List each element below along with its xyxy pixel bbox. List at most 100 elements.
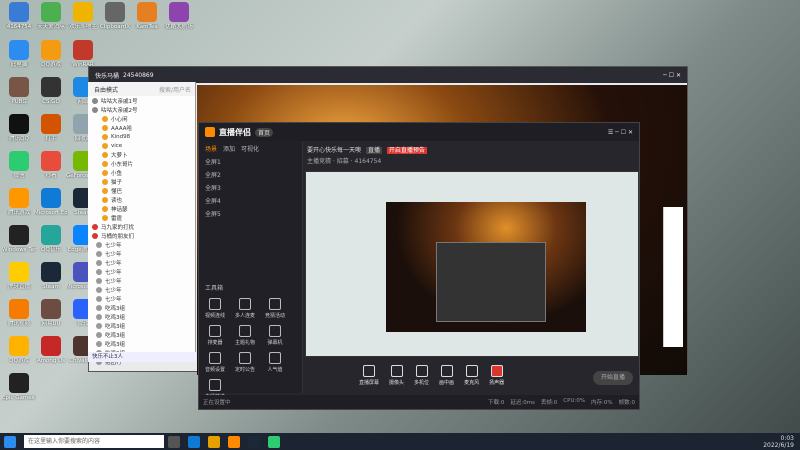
taskbar-search-input[interactable]: 在这里输入你要搜索的内容 (24, 435, 164, 448)
windows-start-icon[interactable] (4, 435, 16, 448)
tool-grid[interactable]: 视频连线多人连麦竞猜活动排麦器主题礼物弹幕机音频设置定时公告人气值主播精选 (199, 294, 302, 404)
tag-badge[interactable]: 直播 (365, 147, 382, 154)
task-view-icon[interactable] (168, 435, 180, 448)
bottom-tool-button[interactable]: 多机位 (414, 365, 429, 393)
window-controls[interactable]: ☰ ─ ☐ ✕ (608, 129, 633, 136)
list-item[interactable]: 马桶的朋友们 (88, 231, 195, 240)
scene-item[interactable]: 全屏2 (199, 168, 302, 181)
wechat-icon[interactable] (268, 435, 280, 448)
list-item[interactable]: 七少年 (88, 267, 195, 276)
desktop-icon[interactable]: 腾讯视频 (2, 299, 36, 327)
tab-scene[interactable]: 添加 (223, 144, 235, 153)
file-explorer-icon[interactable] (208, 435, 220, 448)
list-item[interactable]: 七少年 (88, 276, 195, 285)
list-item[interactable]: 吃鸡3组 (88, 330, 195, 339)
desktop-icon[interactable]: Windows Terminal (2, 225, 36, 253)
list-item[interactable]: 小心闲 (88, 114, 195, 123)
desktop-icon[interactable]: 打手 (34, 114, 68, 142)
desktop-icon[interactable]: 微信 (2, 151, 36, 179)
tool-button[interactable]: 多人连麦 (233, 298, 257, 319)
scene-list[interactable]: 全屏1 全屏2 全屏3 全屏4 全屏5 (199, 155, 302, 220)
list-item[interactable]: 大萝卜 (88, 150, 195, 159)
desktop-icon[interactable]: PUBG (2, 77, 36, 105)
contact-list[interactable]: 咕咕大亲戚1号 咕咕大亲戚2号 小心闲 AAAA哈 Kind98 vice 大萝卜 小东哥片小… (88, 96, 195, 366)
desktop-icon[interactable]: Steam (34, 262, 68, 290)
list-item[interactable]: 神话瑟 (88, 204, 195, 213)
tab-scene[interactable]: 场景 (205, 144, 217, 153)
bottom-tool-button[interactable]: 摄像头 (389, 365, 404, 393)
bottom-tool-button[interactable]: 扬声器 (489, 365, 504, 393)
desktop-icon[interactable]: QQ音乐 (34, 225, 68, 253)
list-item[interactable]: 咕咕大亲戚2号 (88, 105, 195, 114)
scene-item[interactable]: 全屏3 (199, 181, 302, 194)
desktop-icon[interactable]: 此电脑 (2, 40, 36, 68)
scene-item[interactable]: 全屏5 (199, 207, 302, 220)
list-item[interactable]: 七少年 (88, 258, 195, 267)
tool-button[interactable]: 人气值 (263, 352, 287, 373)
desktop-icon[interactable]: ClipboardX (98, 2, 132, 30)
list-item[interactable]: 读也 (88, 195, 195, 204)
desktop-icon[interactable]: QQ游戏 (34, 40, 68, 68)
bottom-toolbar[interactable]: 直播屏幕 摄像头 多机位 画中画 麦克风 扬声器 (359, 365, 559, 393)
desktop-icon[interactable]: 腾讯QQ (2, 114, 36, 142)
window-controls[interactable]: ─ ☐ ✕ (663, 72, 681, 79)
search-input[interactable]: 搜索/用户名 (159, 85, 195, 94)
list-item[interactable]: 猫子 (88, 177, 195, 186)
list-item[interactable]: 雷霆 (88, 213, 195, 222)
desktop-icon[interactable]: Among Us (34, 336, 68, 364)
desktop-icon[interactable]: 4164754 (2, 2, 36, 30)
list-item[interactable]: 吃鸡3组 (88, 339, 195, 348)
stream-app-icon[interactable] (228, 435, 240, 448)
tool-button[interactable]: 主题礼物 (233, 325, 257, 346)
desktop-icon[interactable]: WinRAR (66, 40, 100, 68)
preview-badge[interactable]: 开启直播预告 (386, 147, 427, 154)
desktop-icon[interactable]: 网易UU (34, 299, 68, 327)
scene-panel[interactable]: 场景 添加 可视化 全屏1 全屏2 全屏3 全屏4 全屏5 工具箱 视频连线 多人连麦 竞猜活动… (199, 141, 303, 400)
desktop-icon[interactable]: KamTea (130, 2, 164, 30)
scene-item[interactable]: 全屏4 (199, 194, 302, 207)
desktop-icon[interactable]: 欢乐斗地主 (66, 2, 100, 30)
list-item[interactable]: 懂巴 (88, 186, 195, 195)
list-item[interactable]: 马九家的打扰 (88, 222, 195, 231)
desktop-icon[interactable]: CS:GO (34, 77, 68, 105)
bottom-tool-button[interactable]: 直播屏幕 (359, 365, 379, 393)
desktop-icon[interactable]: Microsoft Edge (34, 188, 68, 216)
stream-title[interactable]: 要开心快乐每一天噢 (307, 147, 361, 154)
list-item[interactable]: 小鱼 (88, 168, 195, 177)
edge-icon[interactable] (188, 435, 200, 448)
desktop-icon[interactable]: 秒看 (34, 151, 68, 179)
scene-item[interactable]: 全屏1 (199, 155, 302, 168)
scene-tabs[interactable]: 场景 添加 可视化 (199, 141, 302, 155)
tool-button[interactable]: 音频设置 (203, 352, 227, 373)
list-item[interactable]: vice (88, 141, 195, 150)
tool-button[interactable]: 定时公告 (233, 352, 257, 373)
desktop-icon[interactable]: 优酷大剧场 (162, 2, 196, 30)
desktop-icon[interactable]: 天天爱消除 (34, 2, 68, 30)
desktop-icon[interactable]: 虎牙直播 (2, 262, 36, 290)
account-badge[interactable]: 首页 (255, 127, 274, 137)
bottom-tool-button[interactable]: 画中画 (439, 365, 454, 393)
desktop-icon[interactable]: QQ游戏 (2, 336, 36, 364)
steam-icon[interactable] (248, 435, 260, 448)
tool-button[interactable]: 排麦器 (203, 325, 227, 346)
tool-button[interactable]: 弹幕机 (263, 325, 287, 346)
list-item[interactable]: 小东哥片 (88, 159, 195, 168)
list-item[interactable]: 咕咕大亲戚1号 (88, 96, 195, 105)
list-item[interactable]: 七少年 (88, 294, 195, 303)
stream-window[interactable]: 直播伴侣 首页 ☰ ─ ☐ ✕ 场景 添加 可视化 全屏1 全屏2 全屏3 全屏4 全屏5 … (198, 122, 640, 410)
list-item[interactable]: Kind98 (88, 132, 195, 141)
clock[interactable]: 0:03 2022/6/19 (763, 435, 800, 449)
tool-button[interactable]: 竞猜活动 (263, 298, 287, 319)
list-item[interactable]: 吃鸡3组 (88, 312, 195, 321)
list-item[interactable]: 吃鸡3组 (88, 321, 195, 330)
qq-window[interactable]: 自由模式 搜索/用户名 咕咕大亲戚1号 咕咕大亲戚2号 小心闲 AAAA哈 Kind98… (88, 82, 196, 366)
list-item[interactable]: AAAA哈 (88, 123, 195, 132)
list-item[interactable]: 七少年 (88, 285, 195, 294)
start-live-button[interactable]: 开始直播 (593, 371, 633, 385)
list-item[interactable]: 吃鸡3组 (88, 303, 195, 312)
tool-button[interactable]: 视频连线 (203, 298, 227, 319)
desktop-icon[interactable]: Epic Games Launcher (2, 373, 36, 401)
desktop-icon[interactable]: 腾讯游戏 (2, 188, 36, 216)
list-item[interactable]: 七少年 (88, 249, 195, 258)
tab-scene[interactable]: 可视化 (241, 144, 259, 153)
